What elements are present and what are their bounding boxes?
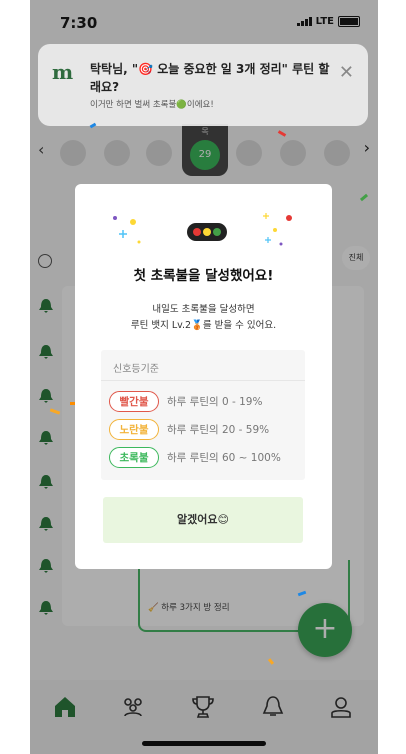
- criteria-text: 하루 루틴의 20 - 59%: [167, 423, 270, 436]
- red-light-badge: 빨간불: [109, 390, 159, 412]
- traffic-light-criteria: 신호등기준 빨간불 하루 루틴의 0 - 19% 노란불 하루 루틴의 20 -…: [101, 350, 305, 480]
- achievement-modal: 첫 초록불을 달성했어요! 내일도 초록불을 달성하면 루틴 뱃지 Lv.2🥉를…: [75, 184, 332, 569]
- modal-body-line: 루틴 뱃지 Lv.2🥉를 받을 수 있어요.: [130, 320, 277, 331]
- criteria-row-green: 초록불 하루 루틴의 60 ~ 100%: [109, 446, 281, 468]
- confirm-button[interactable]: 알겠어요😊: [103, 497, 303, 543]
- notification-title: 탁탁님, "🎯 오늘 중요한 일 3개 정리" 루틴 할래요?: [90, 62, 330, 94]
- divider: [101, 380, 305, 381]
- notification-subtitle: 이거만 하면 벌써 초록불🟢이에요!: [90, 100, 214, 110]
- app-screen: ‹ › 목 29 진체 🧹 하루 3가지 방 정리 + 7:30 LTE m 탁…: [30, 0, 378, 754]
- close-icon[interactable]: ✕: [339, 62, 354, 83]
- battery-icon: [338, 16, 360, 27]
- modal-body: 내일도 초록불을 달성하면 루틴 뱃지 Lv.2🥉를 받을 수 있어요.: [75, 302, 332, 334]
- modal-title: 첫 초록불을 달성했어요!: [133, 268, 274, 284]
- status-indicators: LTE: [296, 16, 360, 27]
- celebration-illustration: [113, 213, 292, 246]
- app-logo: m: [52, 60, 74, 84]
- push-notification[interactable]: m 탁탁님, "🎯 오늘 중요한 일 3개 정리" 루틴 할래요? 이거만 하면…: [38, 44, 368, 126]
- yellow-light-badge: 노란불: [109, 418, 159, 440]
- status-time: 7:30: [60, 14, 98, 32]
- status-bar: 7:30 LTE: [30, 0, 378, 44]
- criteria-text: 하루 루틴의 0 - 19%: [167, 395, 263, 408]
- criteria-text: 하루 루틴의 60 ~ 100%: [167, 451, 281, 464]
- green-light-badge: 초록불: [109, 446, 159, 468]
- criteria-title: 신호등기준: [113, 364, 159, 375]
- modal-body-line: 내일도 초록불을 달성하면: [152, 304, 255, 315]
- criteria-row-red: 빨간불 하루 루틴의 0 - 19%: [109, 390, 262, 412]
- signal-icon: [296, 17, 312, 26]
- criteria-row-yellow: 노란불 하루 루틴의 20 - 59%: [109, 418, 269, 440]
- network-label: LTE: [315, 16, 334, 27]
